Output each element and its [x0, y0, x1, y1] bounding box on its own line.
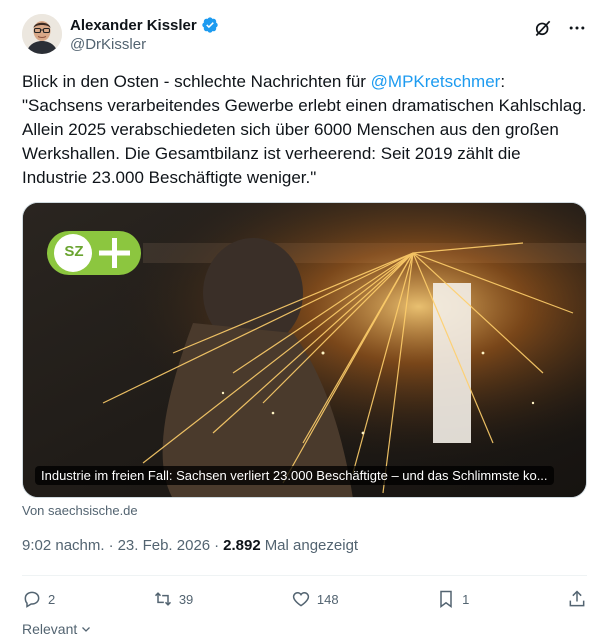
relevant-label: Relevant: [22, 621, 78, 637]
name-line: Alexander Kissler: [70, 16, 219, 34]
tweet-meta: 9:02 nachm. · 23. Feb. 2026 · 2.892 Mal …: [22, 537, 358, 554]
repost-count: 39: [178, 591, 194, 607]
tweet-header: Alexander Kissler @DrKissler: [22, 14, 587, 58]
tweet-time[interactable]: 9:02 nachm.: [22, 537, 105, 554]
reply-count: 2: [48, 591, 56, 607]
sz-badge-text: SZ: [64, 243, 84, 260]
sort-relevant-dropdown[interactable]: Relevant: [22, 621, 92, 637]
more-icon[interactable]: [567, 18, 587, 38]
bookmark-button[interactable]: 1: [436, 589, 469, 609]
like-button[interactable]: 148: [291, 589, 339, 609]
share-button[interactable]: [567, 589, 587, 609]
card-source[interactable]: Von saechsische.de: [22, 503, 138, 518]
repost-button[interactable]: 39: [153, 589, 193, 609]
avatar[interactable]: [22, 14, 62, 54]
tweet: Alexander Kissler @DrKissler Blick in de…: [0, 0, 607, 640]
card-caption: Industrie im freien Fall: Sachsen verlie…: [35, 466, 554, 485]
repost-icon: [154, 592, 171, 606]
tweet-date[interactable]: 23. Feb. 2026: [118, 537, 211, 554]
tweet-text: Blick in den Osten - schlechte Nachricht…: [22, 70, 587, 190]
handle[interactable]: @DrKissler: [70, 36, 146, 53]
share-icon: [569, 590, 585, 607]
display-name[interactable]: Alexander Kissler: [70, 17, 197, 34]
card-image: [23, 203, 586, 497]
heart-icon: [292, 591, 309, 607]
divider: [22, 575, 587, 576]
meta-separator: ·: [214, 537, 220, 554]
grok-icon[interactable]: [533, 18, 553, 38]
bookmark-icon: [440, 590, 452, 608]
bookmark-count: 1: [462, 591, 470, 607]
verified-badge-icon: [201, 16, 219, 34]
link-card[interactable]: SZ Industrie im freien Fall: Sachsen ver…: [22, 202, 587, 498]
tweet-text-part: Blick in den Osten - schlechte Nachricht…: [22, 72, 371, 91]
meta-separator: ·: [108, 537, 114, 554]
action-bar: 2 39 148 1: [22, 586, 587, 612]
views-label: Mal angezeigt: [264, 537, 359, 554]
reply-button[interactable]: 2: [22, 589, 55, 609]
like-count: 148: [316, 591, 339, 607]
chevron-down-icon: [82, 627, 91, 632]
views-count: 2.892: [223, 537, 261, 554]
header-actions: [533, 18, 587, 38]
mention-link[interactable]: @MPKretschmer: [371, 72, 501, 91]
reply-icon: [24, 591, 40, 608]
